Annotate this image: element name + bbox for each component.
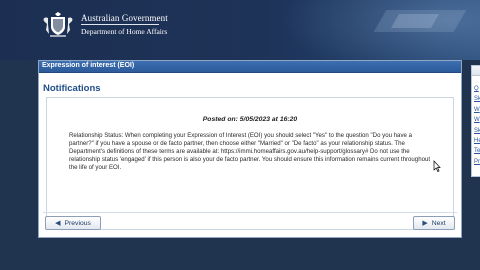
coat-of-arms-icon	[43, 12, 73, 37]
chevron-left-icon: ◀	[55, 219, 61, 227]
side-link[interactable]: Sk	[474, 126, 480, 136]
site-header: Australian Government Department of Home…	[0, 0, 480, 60]
navigation-bar: ◀ Previous ▶ Next	[43, 212, 457, 230]
department-name: Department of Home Affairs	[81, 27, 168, 36]
side-link[interactable]: He	[474, 136, 480, 146]
side-panel-links: Q Sk W W Sk He Te Pr	[474, 84, 480, 167]
banner-decoration	[390, 14, 440, 28]
panel-header-title: Expression of interest (EOI)	[42, 62, 135, 69]
previous-button[interactable]: ◀ Previous	[45, 216, 101, 230]
side-panel-header	[472, 66, 480, 76]
side-link[interactable]: W	[474, 115, 480, 125]
side-link[interactable]: W	[474, 105, 480, 115]
previous-button-label: Previous	[64, 219, 91, 227]
side-panel: Q Sk W W Sk He Te Pr	[471, 65, 480, 177]
side-link[interactable]: Q	[474, 84, 480, 94]
eoi-panel: Expression of interest (EOI) Notificatio…	[38, 60, 462, 238]
chevron-right-icon: ▶	[422, 219, 428, 227]
side-link[interactable]: Te	[474, 146, 480, 156]
header-divider	[81, 24, 159, 25]
next-button-label: Next	[431, 219, 446, 227]
mouse-cursor-icon	[433, 160, 441, 172]
notification-message: Relationship Status: When completing you…	[69, 132, 431, 172]
side-link[interactable]: Pr	[474, 157, 480, 167]
side-link[interactable]: Sk	[474, 94, 480, 104]
page-title: Notifications	[43, 83, 101, 94]
posted-date: Posted on: 5/05/2023 at 16:20	[202, 116, 298, 123]
panel-header: Expression of interest (EOI)	[39, 61, 461, 73]
notification-box: Posted on: 5/05/2023 at 16:20 Relationsh…	[46, 97, 454, 230]
government-name: Australian Government	[81, 13, 168, 23]
next-button[interactable]: ▶ Next	[413, 216, 455, 230]
